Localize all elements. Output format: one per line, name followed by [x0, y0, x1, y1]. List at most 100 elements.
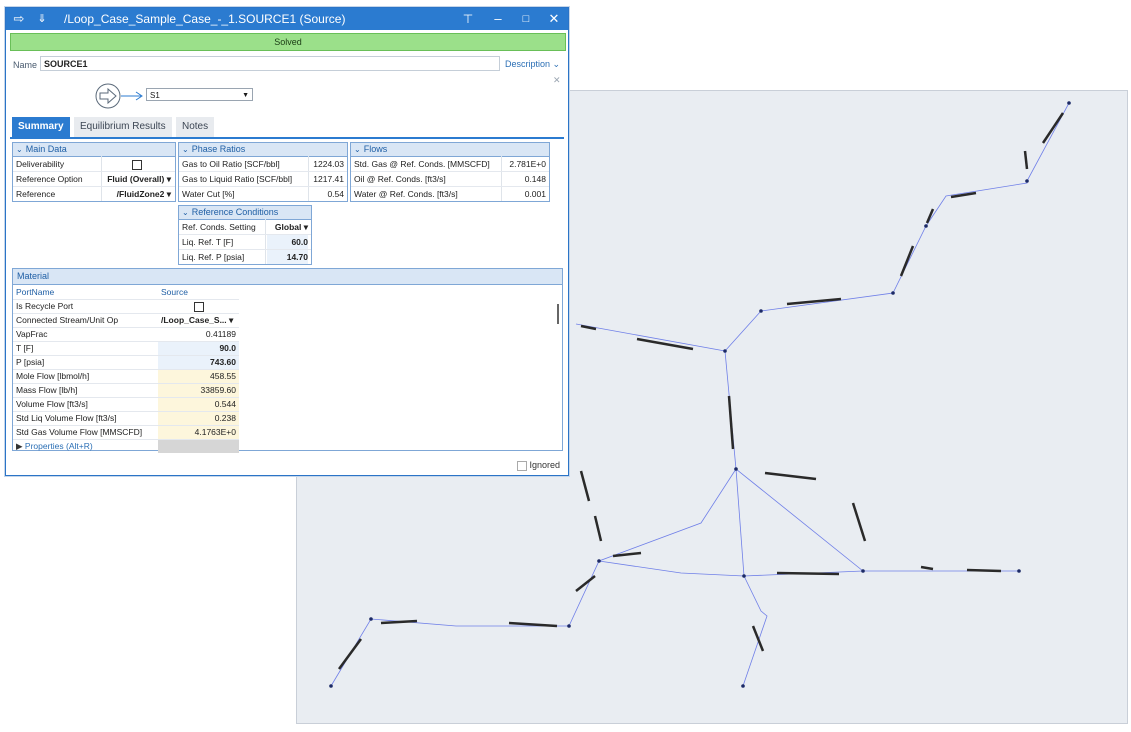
- pipe-segment[interactable]: [776, 571, 840, 576]
- description-label: Description: [505, 59, 551, 69]
- ignored-label: Ignored: [529, 460, 561, 470]
- pipeline-link[interactable]: [330, 468, 737, 687]
- pipe-segment[interactable]: [612, 551, 642, 558]
- ignored-checkbox[interactable]: [517, 460, 527, 471]
- material-row: Connected Stream/Unit Op /Loop_Case_S...…: [13, 314, 239, 328]
- pipeline-link[interactable]: [735, 468, 864, 577]
- flows-row: Water @ Ref. Conds. [ft3/s] 0.001: [354, 189, 546, 199]
- phase-ratios-header[interactable]: ⌄ Phase Ratios: [179, 143, 347, 157]
- material-row: VapFrac 0.41189: [13, 328, 239, 342]
- window-title: /Loop_Case_Sample_Case_-_1.SOURCE1 (Sour…: [64, 12, 346, 26]
- maximize-icon[interactable]: □: [518, 8, 534, 30]
- tab-notes[interactable]: Notes: [176, 117, 215, 137]
- connected-stream-select[interactable]: /Loop_Case_S... ▾: [158, 314, 239, 327]
- network-node[interactable]: [1017, 569, 1021, 573]
- pipe-segment[interactable]: [851, 502, 867, 542]
- properties-row[interactable]: ▶ Properties (Alt+R): [13, 440, 239, 453]
- pipe-segment[interactable]: [966, 568, 1002, 573]
- ref-conditions-row: Liq. Ref. P [psia] 14.70: [182, 250, 308, 264]
- reference-conditions-group: ⌄ Reference Conditions Ref. Conds. Settin…: [178, 205, 312, 265]
- network-node[interactable]: [723, 349, 727, 353]
- network-node[interactable]: [734, 467, 738, 471]
- material-group: Material PortName Source Is Recycle Port…: [12, 268, 563, 453]
- network-node[interactable]: [369, 617, 373, 621]
- pipe-segment[interactable]: [580, 324, 597, 331]
- pipe-segment[interactable]: [593, 515, 603, 542]
- pipe-segment[interactable]: [508, 621, 558, 628]
- pressure-field[interactable]: 743.60: [158, 356, 239, 369]
- minimize-icon[interactable]: –: [490, 8, 506, 30]
- network-node[interactable]: [741, 684, 745, 688]
- stream-select-value: S1: [150, 91, 160, 100]
- tab-equilibrium-results[interactable]: Equilibrium Results: [74, 117, 172, 137]
- main-data-row: Reference Option Fluid (Overall) ▾: [13, 172, 175, 187]
- stream-select[interactable]: S1 ▼: [146, 88, 253, 101]
- network-node[interactable]: [567, 624, 571, 628]
- ignored-toggle[interactable]: Ignored: [517, 460, 560, 471]
- source-properties-dialog: ⇨ ⇓ /Loop_Case_Sample_Case_-_1.SOURCE1 (…: [5, 7, 569, 476]
- material-row: Mole Flow [lbmol/h] 458.55: [13, 370, 239, 384]
- title-bar: ⇨ ⇓ /Loop_Case_Sample_Case_-_1.SOURCE1 (…: [6, 8, 568, 30]
- main-data-row: Reference /FluidZone2 ▾: [16, 187, 171, 201]
- pipe-segment[interactable]: [337, 638, 363, 670]
- deliverability-checkbox[interactable]: [130, 157, 142, 171]
- tab-underline: [10, 137, 564, 139]
- pipe-segment[interactable]: [920, 565, 934, 571]
- chevron-down-icon: ⌄: [552, 59, 561, 69]
- status-banner: Solved: [10, 33, 566, 51]
- pipe-segment[interactable]: [751, 625, 765, 652]
- pipe-segment[interactable]: [925, 208, 935, 224]
- liq-ref-p-field[interactable]: 14.70: [267, 250, 308, 264]
- network-node[interactable]: [1025, 179, 1029, 183]
- pipe-segment[interactable]: [575, 575, 596, 592]
- pipe-segment[interactable]: [579, 470, 591, 502]
- main-data-group: ⌄ Main Data Deliverability Reference Opti…: [12, 142, 176, 202]
- reference-option-select[interactable]: Fluid (Overall) ▾: [103, 172, 171, 186]
- pin-menu-icon[interactable]: ⇓: [34, 8, 50, 30]
- pipe-segment[interactable]: [764, 471, 817, 481]
- pipe-segment[interactable]: [1041, 112, 1065, 144]
- pipe-segment[interactable]: [727, 395, 735, 450]
- phase-ratios-group: ⌄ Phase Ratios Gas to Oil Ratio [SCF/bbl]…: [178, 142, 348, 202]
- source-symbol-icon: [95, 83, 143, 109]
- flows-group: ⌄ Flows Std. Gas @ Ref. Conds. [MMSCFD] 2…: [350, 142, 550, 202]
- close-icon[interactable]: ✕: [546, 8, 562, 30]
- ref-conditions-row: Ref. Conds. Setting Global ▾: [179, 220, 311, 235]
- description-toggle[interactable]: Description ⌄: [505, 59, 560, 70]
- close-small-icon[interactable]: ✕: [553, 75, 561, 86]
- name-field[interactable]: SOURCE1: [40, 56, 500, 71]
- ref-conds-setting-select[interactable]: Global ▾: [267, 220, 308, 234]
- reference-select[interactable]: /FluidZone2 ▾: [103, 187, 171, 201]
- liq-ref-t-field[interactable]: 60.0: [267, 235, 308, 249]
- pipeline-link[interactable]: [598, 560, 745, 577]
- network-node[interactable]: [742, 574, 746, 578]
- material-row: Std Liq Volume Flow [ft3/s] 0.238: [13, 412, 239, 426]
- reference-conditions-header[interactable]: ⌄ Reference Conditions: [179, 206, 311, 220]
- pipe-segment[interactable]: [899, 245, 915, 277]
- pipeline-link[interactable]: [575, 323, 726, 352]
- chevron-down-icon: ⌄: [16, 145, 23, 154]
- pin-icon[interactable]: ⊤: [460, 8, 476, 30]
- material-header-row: PortName Source: [13, 286, 239, 300]
- phase-ratios-row: Water Cut [%] 0.54: [182, 189, 344, 199]
- pipe-segment[interactable]: [1023, 150, 1029, 170]
- tab-summary[interactable]: Summary: [12, 117, 70, 137]
- vertical-scrollbar[interactable]: [557, 304, 559, 324]
- network-node[interactable]: [861, 569, 865, 573]
- pipeline-link[interactable]: [724, 102, 1070, 572]
- phase-ratios-row: Gas to Oil Ratio [SCF/bbl] 1224.03: [179, 157, 347, 172]
- network-node[interactable]: [924, 224, 928, 228]
- material-row: Is Recycle Port: [13, 300, 239, 314]
- dropdown-arrow-icon: ▼: [242, 92, 249, 99]
- network-node[interactable]: [891, 291, 895, 295]
- temperature-field[interactable]: 90.0: [158, 342, 239, 355]
- main-data-header[interactable]: ⌄ Main Data: [13, 143, 175, 157]
- network-node[interactable]: [759, 309, 763, 313]
- network-node[interactable]: [1067, 101, 1071, 105]
- flows-row: Std. Gas @ Ref. Conds. [MMSCFD] 2.781E+0: [351, 157, 549, 172]
- flows-header[interactable]: ⌄ Flows: [351, 143, 549, 157]
- network-node[interactable]: [329, 684, 333, 688]
- is-recycle-port-checkbox[interactable]: [158, 300, 239, 313]
- chevron-down-icon: ⌄: [182, 145, 189, 154]
- network-node[interactable]: [597, 559, 601, 563]
